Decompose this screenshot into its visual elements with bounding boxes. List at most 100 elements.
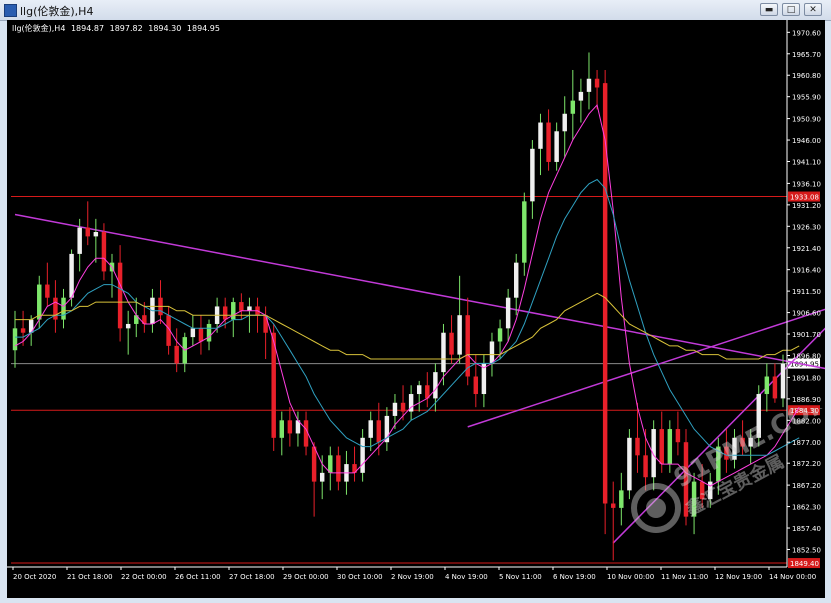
time-tick-label: 12 Nov 19:00: [715, 573, 762, 581]
time-tick-label: 11 Nov 11:00: [661, 573, 708, 581]
close-button[interactable]: ✕: [804, 3, 822, 16]
trendline: [612, 327, 825, 544]
candle-body: [764, 376, 770, 395]
candle-body: [457, 315, 462, 355]
time-tick-label: 22 Oct 00:00: [121, 573, 167, 581]
candle-body: [400, 402, 406, 412]
price-tick-label: 1965.70: [792, 51, 821, 59]
candle-body: [263, 315, 268, 333]
price-tick-label: 1921.40: [792, 245, 821, 253]
candle-body: [530, 148, 535, 202]
price-tick-label: 1926.30: [792, 223, 821, 231]
price-tick-label: 1950.90: [792, 116, 821, 124]
time-tick-label: 30 Oct 10:00: [337, 573, 383, 581]
candle-body: [675, 429, 681, 443]
candle-body: [93, 232, 99, 237]
chart-area[interactable]: 1933.08 1884.30 1849.40 1894.95 1970.60 1965…: [7, 20, 825, 598]
price-tick-label: 1867.20: [792, 482, 821, 490]
chart-window-icon: [4, 4, 17, 17]
candle-body: [708, 481, 713, 500]
price-tick-label: 1862.30: [792, 504, 821, 512]
candle-body: [77, 227, 82, 254]
candle-body: [683, 442, 689, 517]
candle-body: [45, 284, 50, 298]
candle-body: [489, 341, 495, 364]
candle-body: [37, 284, 42, 320]
moving-average-line: [14, 103, 800, 487]
price-tick-label: 1916.40: [792, 267, 821, 275]
candle-body: [732, 437, 737, 460]
symbol-name: llg(伦敦金),H4: [12, 24, 66, 33]
candle-body: [117, 262, 123, 329]
candle-body: [20, 328, 26, 333]
candle-body: [635, 437, 640, 456]
candle-body: [360, 437, 365, 473]
time-axis: 20 Oct 2020 21 Oct 18:00 22 Oct 00:00 26 Oc…: [7, 566, 816, 581]
price-tick-label: 1906.60: [792, 310, 821, 318]
candle-body: [780, 363, 786, 399]
candle-body: [740, 437, 745, 447]
price-tick-label: 1901.70: [792, 331, 821, 339]
candle-body: [497, 328, 503, 342]
ohlc-open: 1894.87: [70, 24, 105, 33]
title-bar[interactable]: llg(伦敦金),H4 ▬ □ ✕: [0, 0, 831, 21]
candle-body: [611, 503, 616, 508]
candle-body: [85, 227, 90, 237]
candle-body: [190, 328, 196, 338]
price-chart[interactable]: 1933.08 1884.30 1849.40 1894.95 1970.60 1965…: [7, 20, 825, 598]
price-tick-label: 1886.90: [792, 396, 821, 404]
minimize-button[interactable]: ▬: [760, 3, 778, 16]
candle-body: [522, 201, 527, 263]
window-title: llg(伦敦金),H4: [20, 5, 94, 18]
candle-body: [441, 332, 446, 373]
candle-body: [699, 481, 705, 500]
candle-body: [69, 253, 74, 298]
candle-body: [311, 446, 317, 482]
candle-body: [287, 420, 293, 434]
candle-body: [473, 376, 479, 395]
candle-body: [546, 122, 551, 162]
price-tick-label: 1857.40: [792, 525, 821, 533]
price-tick-label: 1960.80: [792, 72, 821, 80]
candle-body: [231, 302, 236, 320]
horizontal-line-label: 1884.30: [790, 407, 819, 415]
time-tick-label: 4 Nov 19:00: [445, 573, 488, 581]
time-tick-label: 14 Nov 00:00: [769, 573, 816, 581]
candle-body: [449, 332, 454, 355]
candle-body: [222, 306, 228, 320]
candle-body: [594, 78, 600, 88]
candle-body: [174, 345, 179, 364]
candle-body: [433, 372, 438, 399]
time-tick-label: 10 Nov 00:00: [607, 573, 654, 581]
time-tick-label: 5 Nov 11:00: [499, 573, 542, 581]
horizontal-lines-layer: 1933.081884.301849.401894.95: [11, 191, 820, 569]
candle-body: [376, 420, 382, 443]
candle-body: [756, 394, 761, 438]
candle-body: [627, 437, 632, 491]
price-tick-label: 1877.00: [792, 439, 821, 447]
horizontal-line-label: 1849.40: [790, 560, 819, 568]
price-tick-label: 1891.80: [792, 374, 821, 382]
price-tick-label: 1955.90: [792, 94, 821, 102]
candle-body: [570, 100, 576, 114]
price-tick-label: 1896.80: [792, 352, 821, 360]
moving-average-line: [15, 292, 800, 360]
ohlc-low: 1894.30: [148, 24, 182, 33]
candle-body: [12, 328, 18, 351]
chart-window: llg(伦敦金),H4 ▬ □ ✕ 1933.08 1884.30 1849.40 1…: [0, 0, 831, 603]
candle-body: [562, 113, 567, 132]
price-tick-label: 1936.10: [792, 180, 821, 188]
time-tick-label: 26 Oct 11:00: [175, 573, 221, 581]
candle-body: [416, 385, 422, 395]
candle-body: [772, 376, 778, 399]
candle-body: [392, 402, 398, 416]
ohlc-close: 1894.95: [186, 24, 220, 33]
price-tick-label: 1941.10: [792, 159, 821, 167]
time-tick-label: 6 Nov 19:00: [553, 573, 596, 581]
candle-body: [748, 437, 753, 447]
candle-body: [505, 297, 511, 329]
candles-layer: [12, 52, 786, 561]
candle-body: [619, 490, 624, 508]
maximize-button[interactable]: □: [782, 3, 800, 16]
candle-body: [667, 429, 673, 465]
